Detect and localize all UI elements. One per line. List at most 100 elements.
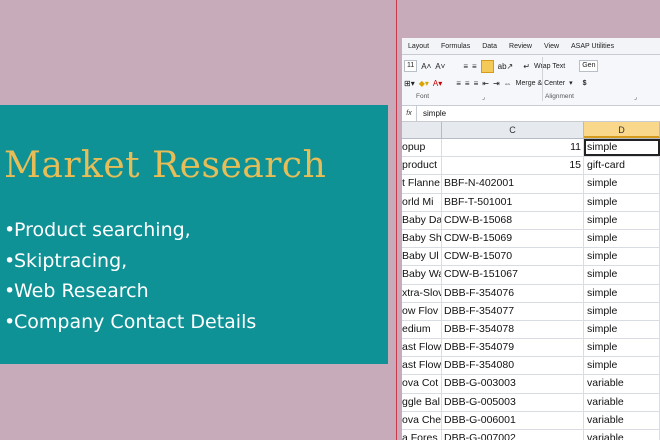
align-bottom-icon[interactable] [480, 59, 494, 73]
tab-formulas[interactable]: Formulas [435, 43, 476, 50]
table-row: ova Che DBB-G-006001 variable [402, 411, 660, 430]
table-row: Baby Ul CDW-B-15070 simple [402, 248, 660, 267]
cell-type[interactable]: simple [584, 357, 660, 375]
cell-sku[interactable]: CDW-B-15069 [442, 229, 584, 248]
fill-color-icon[interactable]: ◆▾ [419, 79, 429, 88]
cell-type[interactable]: simple [584, 139, 660, 157]
shrink-font-icon[interactable]: A˅ [435, 62, 445, 71]
wrap-text-icon[interactable]: ↵ [523, 62, 530, 71]
cell-partial-name[interactable]: ast Flow [402, 357, 442, 375]
dialog-launcher-icon[interactable]: ⌟ [482, 93, 485, 101]
cell-type[interactable]: variable [584, 430, 660, 440]
cell-type[interactable]: simple [584, 339, 660, 357]
align-left-icon[interactable]: ≡ [456, 79, 461, 88]
table-row: ast Flow DBB-F-354080 simple [402, 357, 660, 376]
cell-partial-name[interactable]: Baby Sh [402, 229, 442, 248]
cell-sku[interactable]: DBB-F-354076 [442, 284, 584, 302]
bullet-text: Web Research [14, 280, 149, 302]
bullet-text: Product searching, [14, 219, 191, 241]
banner-title: Market Research [4, 145, 327, 186]
font-color-icon[interactable]: A▾ [433, 79, 442, 88]
bullet-text: Company Contact Details [14, 310, 257, 333]
table-row: ggle Bal DBB-G-005003 variable [402, 393, 660, 412]
number-format-select[interactable]: Gen [579, 60, 599, 72]
orientation-icon[interactable]: ab↗ [498, 62, 514, 71]
column-header-d[interactable]: D [584, 122, 660, 138]
cell-type[interactable]: simple [584, 193, 660, 211]
cell-partial-name[interactable]: xtra-Slov [402, 284, 442, 302]
cell-sku[interactable]: BBF-N-402001 [442, 175, 584, 193]
formula-label: fx [402, 106, 417, 121]
cell-sku[interactable]: CDW-B-151067 [442, 266, 584, 284]
align-top-icon[interactable]: ≡ [463, 62, 468, 71]
cell-type[interactable]: simple [584, 248, 660, 266]
column-header-c[interactable]: C [442, 122, 584, 138]
table-row: Baby Wa CDW-B-151067 simple [402, 266, 660, 285]
formula-input[interactable]: simple [417, 109, 446, 118]
align-middle-icon[interactable]: ≡ [472, 62, 477, 71]
currency-format-button[interactable]: $ [583, 80, 587, 87]
cell-partial-name[interactable]: Baby Wa [402, 266, 442, 284]
cell-sku[interactable]: DBB-F-354077 [442, 302, 584, 320]
increase-indent-icon[interactable]: ⇥ [493, 79, 500, 88]
cell-sku[interactable]: CDW-B-15068 [442, 211, 584, 229]
cell-type[interactable]: simple [584, 211, 660, 229]
cell-type[interactable]: gift-card [584, 157, 660, 175]
cell-partial-name[interactable]: ow Flov [402, 302, 442, 320]
table-row: a Fores DBB-G-007002 variable [402, 430, 660, 440]
cell-sku[interactable]: DBB-G-003003 [442, 375, 584, 393]
cell-partial-name[interactable]: Baby Ul [402, 248, 442, 266]
cell-type[interactable]: simple [584, 266, 660, 284]
grow-font-icon[interactable]: A˄ [421, 62, 431, 71]
merge-center-button[interactable]: Merge & Center [516, 80, 565, 87]
cell-partial-name[interactable]: ova Cot [402, 375, 442, 393]
ribbon-row-top: 11 A˄ A˅ ≡ ≡ ab↗ ↵ Wrap Text Gen [404, 59, 599, 73]
borders-icon[interactable]: ⊞▾ [404, 79, 415, 88]
decrease-indent-icon[interactable]: ⇤ [482, 79, 489, 88]
cell-partial-name[interactable]: ggle Bal [402, 393, 442, 411]
dropdown-arrow-icon[interactable]: ▾ [569, 79, 573, 87]
cell-partial-name[interactable]: t Flanne [402, 175, 442, 193]
cell-sku[interactable]: DBB-F-354080 [442, 357, 584, 375]
cell-sku[interactable]: DBB-F-354078 [442, 320, 584, 339]
cell-type[interactable]: simple [584, 320, 660, 339]
cell-partial-name[interactable]: ast Flow [402, 339, 442, 357]
tab-review[interactable]: Review [503, 43, 538, 50]
cell-partial-name[interactable]: a Fores [402, 430, 442, 440]
merge-center-icon[interactable]: ⇔ [504, 79, 512, 88]
cell-partial-name[interactable]: ova Che [402, 411, 442, 429]
tab-view[interactable]: View [538, 43, 565, 50]
table-row: edium DBB-F-354078 simple [402, 320, 660, 340]
vertical-divider [396, 0, 397, 440]
cell-partial-name[interactable]: orld Mi [402, 193, 442, 211]
cell-sku[interactable]: DBB-G-007002 [442, 430, 584, 440]
cell-partial-name[interactable]: product [402, 157, 442, 175]
cell-type[interactable]: variable [584, 411, 660, 429]
cell-partial-name[interactable]: Baby Da [402, 211, 442, 229]
cell-sku[interactable]: DBB-G-005003 [442, 393, 584, 411]
dialog-launcher-icon[interactable]: ⌟ [634, 93, 637, 101]
align-right-icon[interactable]: ≡ [474, 79, 479, 88]
cell-sku[interactable]: 15 [442, 157, 584, 175]
cell-partial-name[interactable]: edium [402, 320, 442, 339]
cell-sku[interactable]: DBB-G-006001 [442, 411, 584, 429]
cell-type[interactable]: simple [584, 229, 660, 248]
cell-sku[interactable]: 11 [442, 139, 584, 157]
cell-type[interactable]: simple [584, 175, 660, 193]
cell-type[interactable]: simple [584, 302, 660, 320]
wrap-text-button[interactable]: Wrap Text [534, 63, 565, 70]
cell-type[interactable]: simple [584, 284, 660, 302]
cell-type[interactable]: variable [584, 375, 660, 393]
font-size-select[interactable]: 11 [404, 60, 418, 72]
column-header-b[interactable] [402, 122, 442, 138]
cell-type[interactable]: variable [584, 393, 660, 411]
table-row: ast Flow DBB-F-354079 simple [402, 339, 660, 358]
tab-data[interactable]: Data [476, 43, 503, 50]
cell-partial-name[interactable]: opup [402, 139, 442, 157]
cell-sku[interactable]: CDW-B-15070 [442, 248, 584, 266]
align-center-icon[interactable]: ≡ [465, 79, 470, 88]
tab-asap-utilities[interactable]: ASAP Utilities [565, 43, 620, 50]
cell-sku[interactable]: BBF-T-501001 [442, 193, 584, 211]
tab-layout[interactable]: Layout [402, 43, 435, 50]
cell-sku[interactable]: DBB-F-354079 [442, 339, 584, 357]
